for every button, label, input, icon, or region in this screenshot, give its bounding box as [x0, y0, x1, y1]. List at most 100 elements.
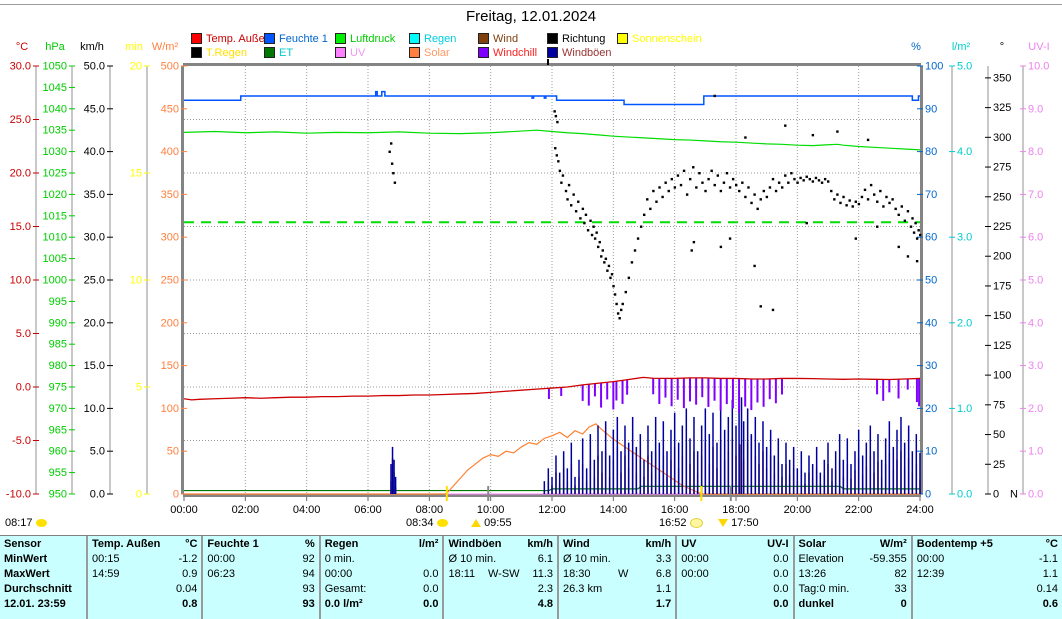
- summary-value: 0.0: [773, 597, 788, 612]
- svg-text:1030: 1030: [43, 146, 67, 158]
- summary-cell: 0.04: [92, 582, 197, 597]
- svg-text:8.0: 8.0: [1028, 146, 1043, 158]
- svg-text:10: 10: [925, 446, 937, 458]
- summary-value: Elevation: [799, 552, 844, 567]
- svg-text:1040: 1040: [43, 103, 67, 115]
- summary-row-label: Sensor: [4, 537, 82, 552]
- sun-event-16-52: 16:52: [659, 517, 703, 529]
- summary-value: [496, 552, 538, 567]
- svg-text:25.0: 25.0: [84, 275, 105, 287]
- svg-text:200: 200: [161, 317, 179, 329]
- svg-text:1000: 1000: [43, 275, 67, 287]
- svg-text:15: 15: [130, 168, 142, 180]
- gridlines: [184, 66, 920, 494]
- svg-text:1005: 1005: [43, 253, 67, 265]
- summary-value: 18:30: [563, 567, 591, 582]
- svg-text:10.0: 10.0: [84, 403, 105, 415]
- summary-cell: 00:000.0: [681, 567, 788, 582]
- svg-text:1025: 1025: [43, 168, 67, 180]
- svg-text:25.0: 25.0: [10, 114, 31, 126]
- summary-col-uv: UVUV-I00:000.000:000.00.00.0: [677, 536, 794, 619]
- sun-event-time: 09:55: [484, 517, 512, 529]
- summary-value: [834, 597, 901, 612]
- summary-col-regen: Regenl/m²0 min.00:000.0Gesamt:0.00.0 l/m…: [321, 536, 445, 619]
- svg-text:20: 20: [130, 61, 142, 73]
- summary-value: 92: [302, 552, 314, 567]
- summary-col-temp-au-en: Temp. Außen°C00:15-1.214:590.90.040.8: [88, 536, 203, 619]
- svg-text:06:00: 06:00: [354, 504, 382, 516]
- svg-text:-5.0: -5.0: [12, 435, 31, 447]
- svg-text:1020: 1020: [43, 189, 67, 201]
- summary-value: [355, 552, 439, 567]
- svg-text:90: 90: [925, 103, 937, 115]
- svg-text:UV-I: UV-I: [1028, 41, 1049, 53]
- summary-value: dunkel: [799, 597, 834, 612]
- summary-value: [235, 567, 303, 582]
- summary-value: [352, 567, 423, 582]
- summary-col-unit: W/m²: [880, 537, 907, 552]
- svg-text:25: 25: [993, 459, 1005, 471]
- svg-text:2.0: 2.0: [1028, 403, 1043, 415]
- summary-cell: 18:30W6.8: [563, 567, 671, 582]
- summary-cell: 4.8: [448, 597, 553, 612]
- summary-value: 6.1: [538, 552, 553, 567]
- svg-text:3.0: 3.0: [1028, 360, 1043, 372]
- svg-text:1010: 1010: [43, 232, 67, 244]
- weather-chart-page: Freitag, 12.01.2024 Temp. AußenFeuchte 1…: [0, 0, 1062, 619]
- svg-text:l/m²: l/m²: [952, 41, 971, 53]
- svg-text:2.0: 2.0: [957, 317, 972, 329]
- sunset-icon: [718, 519, 728, 527]
- summary-value: [709, 567, 773, 582]
- svg-text:175: 175: [993, 280, 1011, 292]
- summary-cell: 00:0092: [207, 552, 314, 567]
- summary-col-unit: km/h: [646, 537, 672, 552]
- svg-text:°: °: [1000, 41, 1004, 53]
- summary-value: [207, 582, 302, 597]
- svg-text:5.0: 5.0: [1028, 275, 1043, 287]
- svg-text:9.0: 9.0: [1028, 103, 1043, 115]
- summary-value: 0: [901, 597, 907, 612]
- summary-col-unit: %: [305, 537, 315, 552]
- svg-text:0: 0: [925, 489, 931, 501]
- sun-icon: [437, 519, 448, 527]
- summary-value: -59.355: [869, 552, 906, 567]
- svg-text:50.0: 50.0: [84, 61, 105, 73]
- summary-cell: 00:15-1.2: [92, 552, 197, 567]
- svg-text:225: 225: [993, 221, 1011, 233]
- svg-text:50: 50: [167, 446, 179, 458]
- svg-text:350: 350: [993, 72, 1011, 84]
- summary-value: [602, 582, 656, 597]
- svg-text:4.0: 4.0: [957, 146, 972, 158]
- svg-text:08:00: 08:00: [416, 504, 444, 516]
- svg-text:975: 975: [49, 382, 67, 394]
- summary-value: 0 min.: [325, 552, 355, 567]
- summary-cell: 06:2394: [207, 567, 314, 582]
- svg-text:km/h: km/h: [80, 41, 104, 53]
- summary-cell: 0.0: [681, 582, 788, 597]
- svg-text:80: 80: [925, 146, 937, 158]
- svg-text:3.0: 3.0: [957, 232, 972, 244]
- svg-text:990: 990: [49, 317, 67, 329]
- svg-text:12:00: 12:00: [538, 504, 566, 516]
- summary-col-unit: °C: [1046, 537, 1058, 552]
- summary-cell: 18:11W-SW11.3: [448, 567, 553, 582]
- svg-text:0: 0: [136, 489, 142, 501]
- svg-text:22:00: 22:00: [845, 504, 873, 516]
- svg-text:04:00: 04:00: [293, 504, 321, 516]
- summary-value: 0.0 l/m²: [325, 597, 363, 612]
- summary-value: 11.3: [532, 567, 553, 582]
- svg-text:10:00: 10:00: [477, 504, 505, 516]
- summary-cell: 1.7: [563, 597, 671, 612]
- series-windb-en: [391, 397, 920, 494]
- chart-area: °C-10.0-5.00.05.010.015.020.025.030.0hPa…: [0, 0, 1062, 538]
- svg-text:02:00: 02:00: [232, 504, 260, 516]
- axis-UV-I: UV-I0.01.02.03.04.05.06.07.08.09.010.0: [1020, 41, 1050, 501]
- summary-col-feuchte-1: Feuchte 1%00:009206:23949393: [203, 536, 320, 619]
- svg-text:970: 970: [49, 403, 67, 415]
- summary-cell: 00:000.0: [681, 552, 788, 567]
- summary-cell: 0.0: [681, 597, 788, 612]
- svg-text:300: 300: [993, 132, 1011, 144]
- svg-text:5.0: 5.0: [957, 61, 972, 73]
- summary-value: [235, 552, 303, 567]
- svg-text:250: 250: [993, 191, 1011, 203]
